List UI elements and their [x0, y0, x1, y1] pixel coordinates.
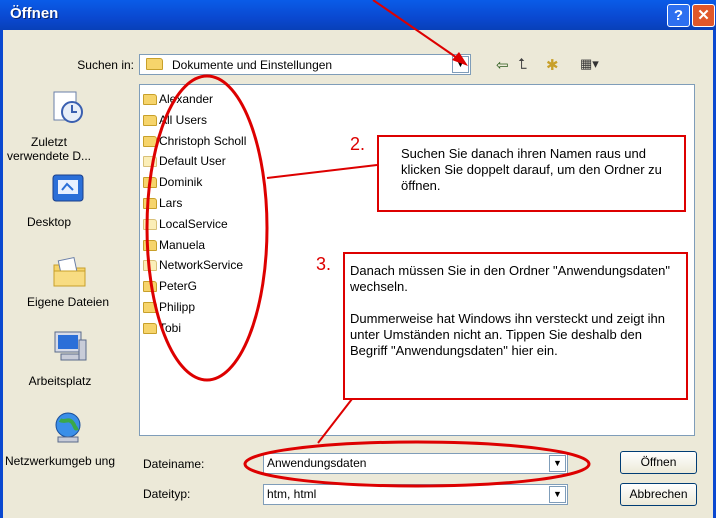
annotation-circle-filename — [243, 440, 591, 488]
step3-text-2: Dummerweise hat Windows ihn versteckt un… — [350, 311, 666, 358]
annotation-arrow-head — [452, 52, 468, 66]
annotation-line-step2 — [266, 164, 378, 179]
step3-number: 3. — [316, 254, 332, 274]
annotation-arrow-line — [372, 0, 464, 63]
step2-callout: Suchen Sie danach ihren Namen raus und k… — [377, 135, 686, 212]
annotation-line-step3 — [317, 398, 353, 444]
step3-text-1: Danach müssen Sie in den Ordner "Anwendu… — [350, 263, 670, 294]
step2-number: 2. — [350, 134, 366, 154]
step3-callout: Danach müssen Sie in den Ordner "Anwendu… — [343, 252, 688, 400]
annotation-circle-file-list — [145, 74, 269, 382]
step2-text: Suchen Sie danach ihren Namen raus und k… — [401, 146, 662, 193]
